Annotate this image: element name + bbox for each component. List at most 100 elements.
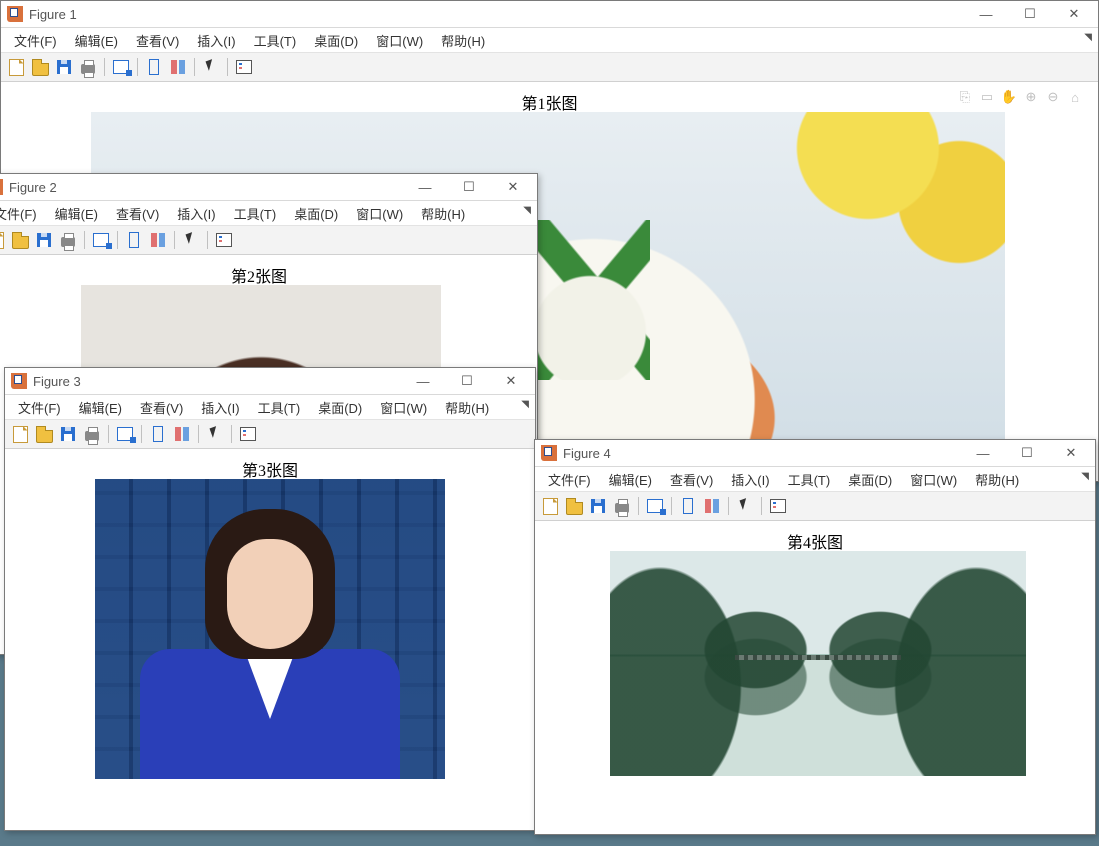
titlebar[interactable]: Figure 3 — ☐ ✕ (5, 368, 535, 395)
menu-desktop[interactable]: 桌面(D) (309, 396, 371, 419)
menu-desktop[interactable]: 桌面(D) (839, 468, 901, 491)
menu-desktop[interactable]: 桌面(D) (285, 202, 347, 225)
close-button[interactable]: ✕ (1049, 440, 1093, 466)
maximize-button[interactable]: ☐ (445, 368, 489, 394)
menu-overflow-icon[interactable]: ◥ (521, 399, 529, 410)
menu-help[interactable]: 帮助(H) (432, 29, 494, 52)
menu-help[interactable]: 帮助(H) (966, 468, 1028, 491)
figure-palette-button[interactable] (114, 423, 136, 445)
insert-colorbar-button[interactable] (171, 423, 193, 445)
home-icon[interactable]: ⌂ (1066, 88, 1084, 106)
print-button[interactable] (81, 423, 103, 445)
brush-icon[interactable]: ▭ (978, 88, 996, 106)
export-icon[interactable]: ⎘ (956, 88, 974, 106)
insert-legend-button[interactable] (213, 229, 235, 251)
menu-tools[interactable]: 工具(T) (245, 29, 306, 52)
menu-insert[interactable]: 插入(I) (722, 468, 778, 491)
open-button[interactable] (33, 423, 55, 445)
open-button[interactable] (29, 56, 51, 78)
menu-window[interactable]: 窗口(W) (347, 202, 412, 225)
menu-overflow-icon[interactable]: ◥ (1084, 32, 1092, 43)
new-figure-button[interactable] (0, 229, 7, 251)
insert-colorbar-button[interactable] (147, 229, 169, 251)
link-plot-button[interactable] (677, 495, 699, 517)
open-button[interactable] (9, 229, 31, 251)
figure-palette-button[interactable] (110, 56, 132, 78)
maximize-button[interactable]: ☐ (447, 174, 491, 200)
new-figure-button[interactable] (539, 495, 561, 517)
figure-palette-button[interactable] (90, 229, 112, 251)
save-button[interactable] (57, 423, 79, 445)
titlebar[interactable]: Figure 2 — ☐ ✕ (0, 174, 537, 201)
figure-canvas[interactable]: 第4张图 (535, 521, 1095, 834)
menu-edit[interactable]: 编辑(E) (46, 202, 107, 225)
insert-legend-button[interactable] (767, 495, 789, 517)
menu-overflow-icon[interactable]: ◥ (523, 205, 531, 216)
menu-view[interactable]: 查看(V) (131, 396, 192, 419)
link-plot-button[interactable] (143, 56, 165, 78)
close-button[interactable]: ✕ (1052, 1, 1096, 27)
edit-plot-button[interactable] (734, 495, 756, 517)
menu-window[interactable]: 窗口(W) (901, 468, 966, 491)
menu-file[interactable]: 文件(F) (0, 202, 46, 225)
open-button[interactable] (563, 495, 585, 517)
pan-icon[interactable]: ✋ (1000, 88, 1018, 106)
link-plot-button[interactable] (123, 229, 145, 251)
close-button[interactable]: ✕ (491, 174, 535, 200)
menu-insert[interactable]: 插入(I) (168, 202, 224, 225)
insert-legend-button[interactable] (237, 423, 259, 445)
titlebar[interactable]: Figure 1 — ☐ ✕ (1, 1, 1098, 28)
edit-plot-button[interactable] (180, 229, 202, 251)
menu-edit[interactable]: 编辑(E) (66, 29, 127, 52)
menu-tools[interactable]: 工具(T) (249, 396, 310, 419)
close-button[interactable]: ✕ (489, 368, 533, 394)
menu-file[interactable]: 文件(F) (9, 396, 70, 419)
insert-colorbar-button[interactable] (701, 495, 723, 517)
maximize-button[interactable]: ☐ (1008, 1, 1052, 27)
menu-insert[interactable]: 插入(I) (188, 29, 244, 52)
minimize-button[interactable]: — (401, 368, 445, 394)
new-figure-button[interactable] (5, 56, 27, 78)
print-button[interactable] (57, 229, 79, 251)
figure-palette-button[interactable] (644, 495, 666, 517)
menu-view[interactable]: 查看(V) (107, 202, 168, 225)
menu-file[interactable]: 文件(F) (539, 468, 600, 491)
menu-help[interactable]: 帮助(H) (436, 396, 498, 419)
menu-window[interactable]: 窗口(W) (371, 396, 436, 419)
link-plot-button[interactable] (147, 423, 169, 445)
menu-view[interactable]: 查看(V) (661, 468, 722, 491)
figure-canvas[interactable]: 第3张图 (5, 449, 535, 830)
menu-view[interactable]: 查看(V) (127, 29, 188, 52)
edit-plot-button[interactable] (200, 56, 222, 78)
menu-file[interactable]: 文件(F) (5, 29, 66, 52)
menu-overflow-icon[interactable]: ◥ (1081, 471, 1089, 482)
menu-help[interactable]: 帮助(H) (412, 202, 474, 225)
menu-insert[interactable]: 插入(I) (192, 396, 248, 419)
edit-plot-button[interactable] (204, 423, 226, 445)
window-title: Figure 1 (29, 7, 964, 22)
zoom-out-icon[interactable]: ⊖ (1044, 88, 1062, 106)
print-button[interactable] (611, 495, 633, 517)
menu-desktop[interactable]: 桌面(D) (305, 29, 367, 52)
menu-tools[interactable]: 工具(T) (225, 202, 286, 225)
save-button[interactable] (33, 229, 55, 251)
minimize-button[interactable]: — (403, 174, 447, 200)
insert-legend-button[interactable] (233, 56, 255, 78)
menu-edit[interactable]: 编辑(E) (70, 396, 131, 419)
insert-colorbar-button[interactable] (167, 56, 189, 78)
save-button[interactable] (53, 56, 75, 78)
menu-tools[interactable]: 工具(T) (779, 468, 840, 491)
minimize-button[interactable]: — (961, 440, 1005, 466)
titlebar[interactable]: Figure 4 — ☐ ✕ (535, 440, 1095, 467)
image-person (140, 499, 400, 779)
zoom-in-icon[interactable]: ⊕ (1022, 88, 1040, 106)
menu-edit[interactable]: 编辑(E) (600, 468, 661, 491)
save-button[interactable] (587, 495, 609, 517)
print-button[interactable] (77, 56, 99, 78)
menu-window[interactable]: 窗口(W) (367, 29, 432, 52)
new-figure-button[interactable] (9, 423, 31, 445)
minimize-button[interactable]: — (964, 1, 1008, 27)
window-title: Figure 3 (33, 374, 401, 389)
toolbar-separator (117, 231, 118, 249)
maximize-button[interactable]: ☐ (1005, 440, 1049, 466)
